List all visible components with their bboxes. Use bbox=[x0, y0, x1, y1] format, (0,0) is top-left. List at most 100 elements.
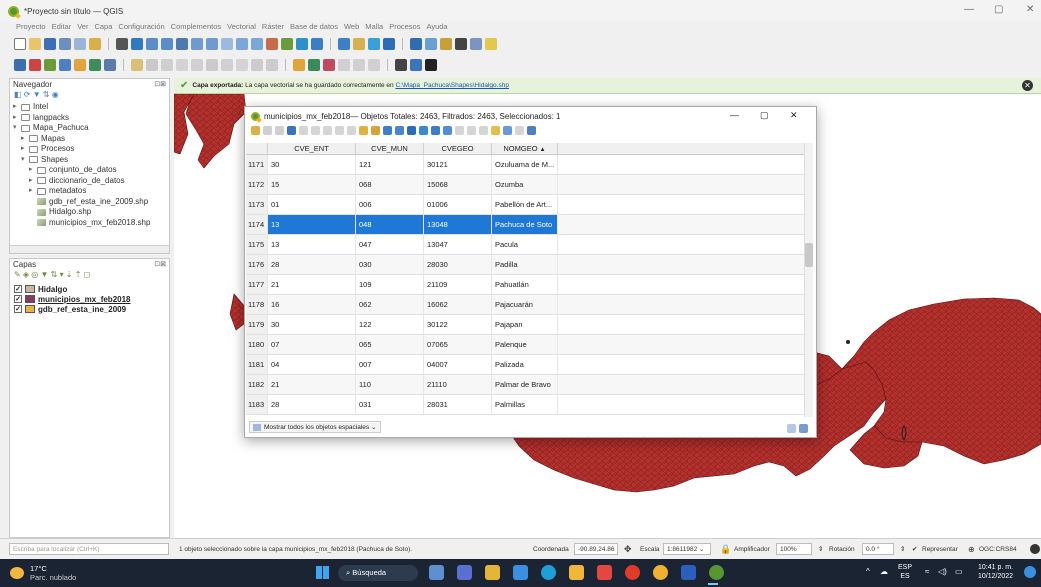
table-cell[interactable]: 21110 bbox=[424, 375, 492, 394]
zoom-selection-icon[interactable] bbox=[191, 38, 203, 50]
cut-features-icon[interactable] bbox=[206, 59, 218, 71]
processing-toolbox-icon[interactable] bbox=[440, 38, 452, 50]
style-manager-icon[interactable] bbox=[89, 38, 101, 50]
add-database-icon[interactable] bbox=[74, 59, 86, 71]
table-cell[interactable]: 110 bbox=[356, 375, 424, 394]
mail-icon[interactable] bbox=[513, 565, 528, 580]
conditional-format-icon[interactable] bbox=[503, 126, 512, 135]
add-feature-icon[interactable] bbox=[161, 59, 173, 71]
vertical-scrollbar[interactable] bbox=[804, 143, 813, 417]
edit-pencil-icon[interactable] bbox=[131, 59, 143, 71]
table-row[interactable]: 1174 13 048 13048 Pachuca de Soto bbox=[246, 215, 806, 235]
zoom-last-icon[interactable] bbox=[236, 38, 248, 50]
menu-item[interactable]: Configuración bbox=[118, 22, 164, 34]
chevron-right-icon[interactable]: ▸ bbox=[21, 134, 29, 145]
select-all-icon[interactable] bbox=[371, 126, 380, 135]
paste-icon[interactable] bbox=[347, 126, 356, 135]
table-row[interactable]: 1171 30 121 30121 Ozuluama de M... bbox=[246, 155, 806, 175]
statistics-icon[interactable] bbox=[455, 38, 467, 50]
navigator-item[interactable]: ▾ Mapa_Pachuca bbox=[13, 123, 166, 134]
table-cell[interactable]: Palmar de Bravo bbox=[492, 375, 558, 394]
table-cell[interactable]: 30121 bbox=[424, 155, 492, 174]
maximize-icon[interactable]: ▢ bbox=[994, 4, 1003, 15]
table-row[interactable]: 1176 28 030 28030 Padilla bbox=[246, 255, 806, 275]
table-cell[interactable]: 030 bbox=[356, 255, 424, 274]
menu-item[interactable]: Ver bbox=[77, 22, 88, 34]
filter-icon[interactable] bbox=[407, 126, 416, 135]
table-cell[interactable]: Padilla bbox=[492, 255, 558, 274]
field-calculator-icon[interactable] bbox=[425, 38, 437, 50]
row-number[interactable]: 1175 bbox=[246, 235, 268, 254]
layer-item[interactable]: ✓ gdb_ref_esta_ine_2009 bbox=[14, 304, 165, 314]
table-cell[interactable]: Palenque bbox=[492, 335, 558, 354]
chevron-down-icon[interactable]: ▾ bbox=[21, 155, 29, 166]
paste-features-icon[interactable] bbox=[236, 59, 248, 71]
table-cell[interactable]: 16 bbox=[268, 295, 356, 314]
table-cell[interactable]: 13 bbox=[268, 235, 356, 254]
row-number[interactable]: 1176 bbox=[246, 255, 268, 274]
table-cell[interactable]: 13048 bbox=[424, 215, 492, 234]
menu-item[interactable]: Proyecto bbox=[16, 22, 46, 34]
new-project-icon[interactable] bbox=[14, 38, 26, 50]
row-number[interactable]: 1182 bbox=[246, 375, 268, 394]
chevron-right-icon[interactable]: ▸ bbox=[21, 144, 29, 155]
windows-start-icon[interactable] bbox=[316, 566, 329, 579]
attr-minimize-icon[interactable]: — bbox=[730, 110, 739, 120]
table-cell[interactable]: 15 bbox=[268, 175, 356, 194]
copy-icon[interactable] bbox=[335, 126, 344, 135]
table-row[interactable]: 1180 07 065 07065 Palenque bbox=[246, 335, 806, 355]
delete-feature-icon[interactable] bbox=[311, 126, 320, 135]
add-virtual-icon[interactable] bbox=[104, 59, 116, 71]
notification-icon[interactable] bbox=[1024, 566, 1036, 578]
edge-icon[interactable] bbox=[541, 565, 556, 580]
table-row[interactable]: 1173 01 006 01006 Pabellón de Art... bbox=[246, 195, 806, 215]
python-console-icon[interactable] bbox=[395, 59, 407, 71]
new-field-icon[interactable] bbox=[455, 126, 464, 135]
navigator-item[interactable]: Hidalgo.shp bbox=[13, 207, 166, 218]
layer-symbol-swatch[interactable] bbox=[25, 285, 35, 293]
table-cell[interactable]: 07 bbox=[268, 335, 356, 354]
tips-icon[interactable] bbox=[485, 38, 497, 50]
word-icon[interactable] bbox=[681, 565, 696, 580]
field-calc-icon[interactable] bbox=[491, 126, 500, 135]
rotation-field[interactable]: 0.0 ° bbox=[862, 543, 894, 555]
table-row[interactable]: 1177 21 109 21109 Pahuatlán bbox=[246, 275, 806, 295]
navigator-item[interactable]: ▸ Procesos bbox=[13, 144, 166, 155]
chevron-right-icon[interactable]: ▸ bbox=[29, 186, 37, 197]
language-indicator[interactable]: ESP ES bbox=[898, 563, 912, 581]
table-row[interactable]: 1179 30 122 30122 Pajapan bbox=[246, 315, 806, 335]
pan-icon[interactable] bbox=[116, 38, 128, 50]
deselect-all-icon[interactable] bbox=[395, 126, 404, 135]
navigator-item[interactable]: ▸ Intel bbox=[13, 102, 166, 113]
toggle-editing-icon[interactable] bbox=[251, 126, 260, 135]
multi-edit-icon[interactable] bbox=[263, 126, 272, 135]
layer-item[interactable]: ✓ municipios_mx_feb2018 bbox=[14, 294, 165, 304]
new-bookmark-icon[interactable] bbox=[266, 38, 278, 50]
table-cell[interactable]: 28031 bbox=[424, 395, 492, 414]
messages-icon[interactable] bbox=[1030, 544, 1040, 554]
locator-search-input[interactable]: Escriba para localizar (Ctrl+K) bbox=[9, 543, 169, 555]
dark-square-icon[interactable] bbox=[425, 59, 437, 71]
table-cell[interactable]: 07065 bbox=[424, 335, 492, 354]
render-checkbox[interactable]: ✔ bbox=[912, 545, 917, 553]
minimize-icon[interactable]: — bbox=[964, 4, 974, 15]
taskbar-search[interactable]: ⌕ Búsqueda bbox=[338, 565, 418, 581]
coord-field[interactable]: -90.89,24.86 bbox=[574, 543, 618, 555]
table-cell[interactable]: 109 bbox=[356, 275, 424, 294]
table-cell[interactable]: 30 bbox=[268, 155, 356, 174]
table-cell[interactable]: Pajapan bbox=[492, 315, 558, 334]
layer-visibility-checkbox[interactable]: ✓ bbox=[14, 295, 22, 303]
table-cell[interactable]: 13047 bbox=[424, 235, 492, 254]
refresh-icon[interactable] bbox=[311, 38, 323, 50]
table-row[interactable]: 1172 15 068 15068 Ozumba bbox=[246, 175, 806, 195]
redo-icon[interactable] bbox=[266, 59, 278, 71]
attribute-grid[interactable]: CVE_ENT CVE_MUN CVEGEO NOMGEO ▲ 1171 30 12… bbox=[246, 143, 806, 423]
pin-labels-icon[interactable] bbox=[308, 59, 320, 71]
table-cell[interactable]: 047 bbox=[356, 235, 424, 254]
opera-icon[interactable] bbox=[625, 565, 640, 580]
battery-icon[interactable]: ▭ bbox=[955, 567, 963, 576]
table-cell[interactable]: 04 bbox=[268, 355, 356, 374]
vertex-tool-icon[interactable] bbox=[176, 59, 188, 71]
zoom-full-icon[interactable] bbox=[176, 38, 188, 50]
col-header-cve-ent[interactable]: CVE_ENT bbox=[268, 143, 356, 154]
